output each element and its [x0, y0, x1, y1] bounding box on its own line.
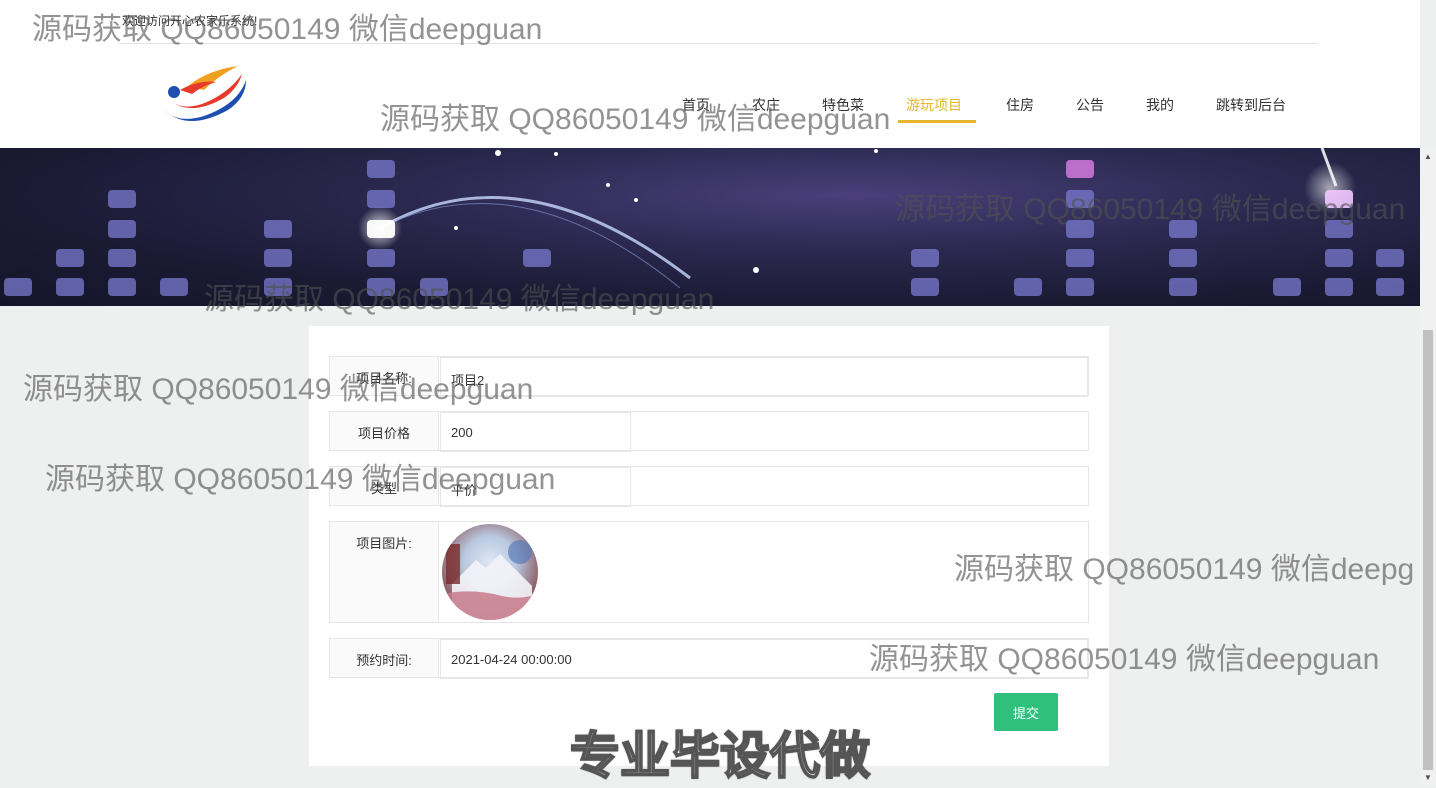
watermark-text: 源码获取 QQ86050149 微信deepguan	[204, 283, 715, 316]
project-image[interactable]	[442, 524, 538, 620]
watermark-text: 源码获取 QQ86050149 微信deepg	[954, 553, 1415, 586]
scroll-down-icon[interactable]: ▼	[1424, 773, 1432, 782]
watermark-text: 源码获取 QQ86050149 微信deepguan	[32, 13, 543, 46]
submit-button[interactable]: 提交	[994, 693, 1058, 731]
watermark-text: 源码获取 QQ86050149 微信deepguan	[45, 463, 556, 496]
time-label: 预约时间:	[330, 639, 439, 677]
scroll-up-icon[interactable]: ▲	[1424, 152, 1432, 161]
watermark-text: 源码获取 QQ86050149 微信deepguan	[380, 103, 891, 136]
watermark-text: 源码获取 QQ86050149 微信deepguan	[869, 643, 1380, 676]
logo-icon	[164, 66, 246, 121]
price-label: 项目价格	[330, 412, 439, 450]
image-label: 项目图片:	[330, 522, 439, 622]
watermark-banner: 专业毕设代做	[569, 727, 871, 785]
nav-item-admin[interactable]: 跳转到后台	[1216, 95, 1286, 115]
form-row-price: 项目价格 200	[329, 411, 1089, 452]
scroll-thumb[interactable]	[1423, 330, 1433, 770]
nav-item-mine[interactable]: 我的	[1146, 95, 1174, 115]
nav-item-projects[interactable]: 游玩项目	[906, 95, 962, 115]
watermark-text: 源码获取 QQ86050149 微信deepguan	[23, 373, 534, 406]
price-input[interactable]: 200	[440, 412, 631, 452]
page-scrollbar[interactable]: ▲ ▼	[1420, 148, 1436, 786]
nav-active-indicator	[898, 120, 976, 123]
nav-item-notices[interactable]: 公告	[1076, 95, 1104, 115]
site-logo[interactable]	[158, 60, 250, 132]
project-image-graphic	[442, 540, 538, 620]
name-input[interactable]: 项目2	[440, 357, 1088, 397]
nav-item-housing[interactable]: 住房	[1006, 95, 1034, 115]
watermark-text: 源码获取 QQ86050149 微信deepguan	[895, 193, 1406, 226]
